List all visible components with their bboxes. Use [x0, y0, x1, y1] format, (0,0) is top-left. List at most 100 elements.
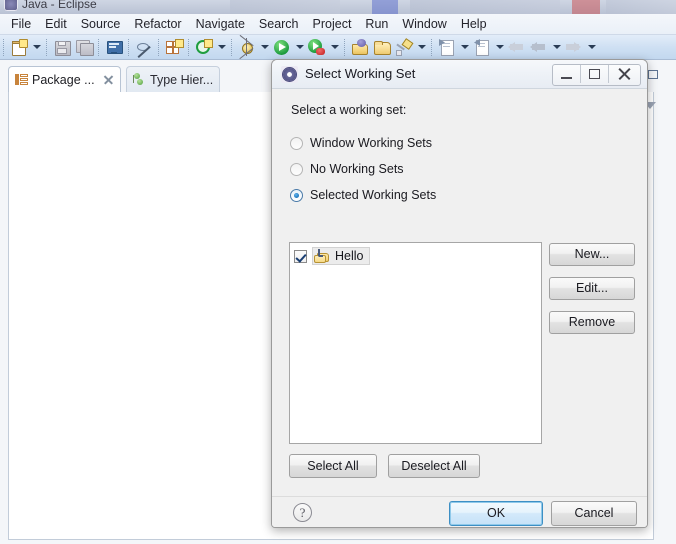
- search-icon[interactable]: [394, 37, 414, 57]
- radio-label: Window Working Sets: [310, 136, 433, 150]
- screen: Java - Eclipse File Edit Source Refactor…: [0, 0, 676, 544]
- main-toolbar: [0, 34, 676, 60]
- titlebar-decor-4: [572, 0, 600, 14]
- dialog-prompt: Select a working set:: [291, 103, 407, 117]
- toolbar-separator: [158, 38, 160, 56]
- open-type-icon[interactable]: [372, 37, 392, 57]
- tab-label: Package ...: [32, 72, 95, 87]
- dialog-maximize-button[interactable]: [581, 65, 609, 83]
- remove-button[interactable]: Remove: [549, 311, 635, 334]
- coverage-dropdown-arrow[interactable]: [329, 37, 340, 57]
- titlebar-decor-5: [606, 0, 676, 14]
- help-icon[interactable]: ?: [293, 503, 312, 522]
- menu-source[interactable]: Source: [74, 15, 128, 34]
- menu-project[interactable]: Project: [306, 15, 359, 34]
- eclipse-icon: [4, 0, 18, 11]
- debug-icon[interactable]: [237, 34, 257, 60]
- window-titlebar: Java - Eclipse: [0, 0, 676, 14]
- dialog-body: Select a working set: Window Working Set…: [272, 89, 647, 496]
- menu-help[interactable]: Help: [454, 15, 494, 34]
- toolbar-separator: [188, 38, 190, 56]
- console-icon[interactable]: [104, 37, 124, 57]
- previous-annotation-dropdown-arrow[interactable]: [494, 37, 505, 57]
- tab-label: Type Hier...: [150, 72, 214, 87]
- radio-selected-working-sets[interactable]: Selected Working Sets: [290, 186, 436, 204]
- working-set-icon: [281, 66, 298, 83]
- radio-label: Selected Working Sets: [310, 188, 437, 202]
- toolbar-separator: [344, 38, 346, 56]
- tab-type-hierarchy[interactable]: Type Hier...: [126, 66, 221, 92]
- titlebar-decor-3: [410, 0, 560, 14]
- menu-edit[interactable]: Edit: [38, 15, 74, 34]
- working-sets-list[interactable]: Hello: [289, 242, 542, 444]
- menu-file[interactable]: File: [4, 15, 38, 34]
- menu-search[interactable]: Search: [252, 15, 306, 34]
- package-explorer-icon: [15, 73, 28, 86]
- deselect-all-button[interactable]: Deselect All: [388, 454, 480, 478]
- run-external-tools-icon[interactable]: [194, 37, 214, 57]
- forward-dropdown-arrow[interactable]: [586, 37, 597, 57]
- menu-navigate[interactable]: Navigate: [189, 15, 252, 34]
- new-dropdown-arrow[interactable]: [31, 37, 42, 57]
- dialog-title: Select Working Set: [305, 66, 416, 81]
- dialog-titlebar[interactable]: Select Working Set: [272, 60, 647, 89]
- run-icon[interactable]: [272, 37, 292, 57]
- toolbar-separator: [128, 38, 130, 56]
- toolbar-separator: [98, 38, 100, 56]
- toolbar-separator: [231, 38, 233, 56]
- new-java-project-icon[interactable]: [350, 37, 370, 57]
- window-title: Java - Eclipse: [22, 0, 97, 11]
- dialog-minimize-button[interactable]: [553, 65, 581, 83]
- maximize-view-icon[interactable]: [647, 68, 660, 81]
- edit-button[interactable]: Edit...: [549, 277, 635, 300]
- radio-label: No Working Sets: [310, 162, 404, 176]
- close-icon[interactable]: [103, 74, 114, 85]
- dialog-window-controls: [552, 64, 641, 86]
- ok-button[interactable]: OK: [449, 501, 543, 526]
- menubar: File Edit Source Refactor Navigate Searc…: [0, 14, 676, 35]
- forward-icon[interactable]: [564, 37, 584, 57]
- toggle-breadcrumb-icon[interactable]: [134, 37, 154, 58]
- select-working-set-dialog: Select Working Set Select a working set:…: [271, 59, 648, 528]
- radio-mark: [290, 136, 303, 150]
- radio-mark: [290, 188, 303, 202]
- next-annotation-icon[interactable]: [437, 37, 457, 57]
- working-set-folder-icon: [314, 248, 331, 264]
- toolbar-separator: [46, 38, 48, 56]
- toolbar-separator: [431, 38, 433, 56]
- previous-annotation-icon[interactable]: [472, 37, 492, 57]
- working-set-row-chip[interactable]: Hello: [312, 247, 370, 265]
- dialog-close-button[interactable]: [609, 65, 640, 83]
- toolbar-separator: [3, 38, 5, 56]
- radio-mark: [290, 162, 303, 176]
- tab-package-explorer[interactable]: Package ...: [8, 66, 121, 92]
- select-all-button[interactable]: Select All: [289, 454, 377, 478]
- menu-window[interactable]: Window: [395, 15, 453, 34]
- cancel-button[interactable]: Cancel: [551, 501, 637, 526]
- dialog-footer: ? OK Cancel: [272, 496, 647, 527]
- new-wizard-icon[interactable]: [9, 37, 29, 57]
- back-icon[interactable]: [529, 37, 549, 57]
- back-dropdown-arrow[interactable]: [551, 37, 562, 57]
- menu-run[interactable]: Run: [358, 15, 395, 34]
- working-set-hello[interactable]: Hello: [294, 247, 370, 265]
- new-java-package-icon[interactable]: [164, 37, 184, 57]
- external-tools-dropdown-arrow[interactable]: [216, 37, 227, 57]
- save-icon[interactable]: [52, 37, 72, 57]
- debug-dropdown-arrow[interactable]: [259, 37, 270, 57]
- titlebar-decor-2: [372, 0, 398, 14]
- new-button[interactable]: New...: [549, 243, 635, 266]
- next-annotation-dropdown-arrow[interactable]: [459, 37, 470, 57]
- save-all-icon[interactable]: [74, 37, 94, 57]
- run-dropdown-arrow[interactable]: [294, 37, 305, 57]
- search-dropdown-arrow[interactable]: [416, 37, 427, 57]
- menu-refactor[interactable]: Refactor: [127, 15, 188, 34]
- working-set-label: Hello: [335, 249, 364, 263]
- radio-no-working-sets[interactable]: No Working Sets: [290, 160, 404, 178]
- titlebar-decor-1: [230, 0, 340, 14]
- coverage-icon[interactable]: [307, 37, 327, 57]
- working-set-checkbox[interactable]: [294, 249, 307, 263]
- radio-window-working-sets[interactable]: Window Working Sets: [290, 134, 432, 152]
- back-history-icon[interactable]: [507, 37, 527, 57]
- type-hierarchy-icon: [133, 73, 146, 86]
